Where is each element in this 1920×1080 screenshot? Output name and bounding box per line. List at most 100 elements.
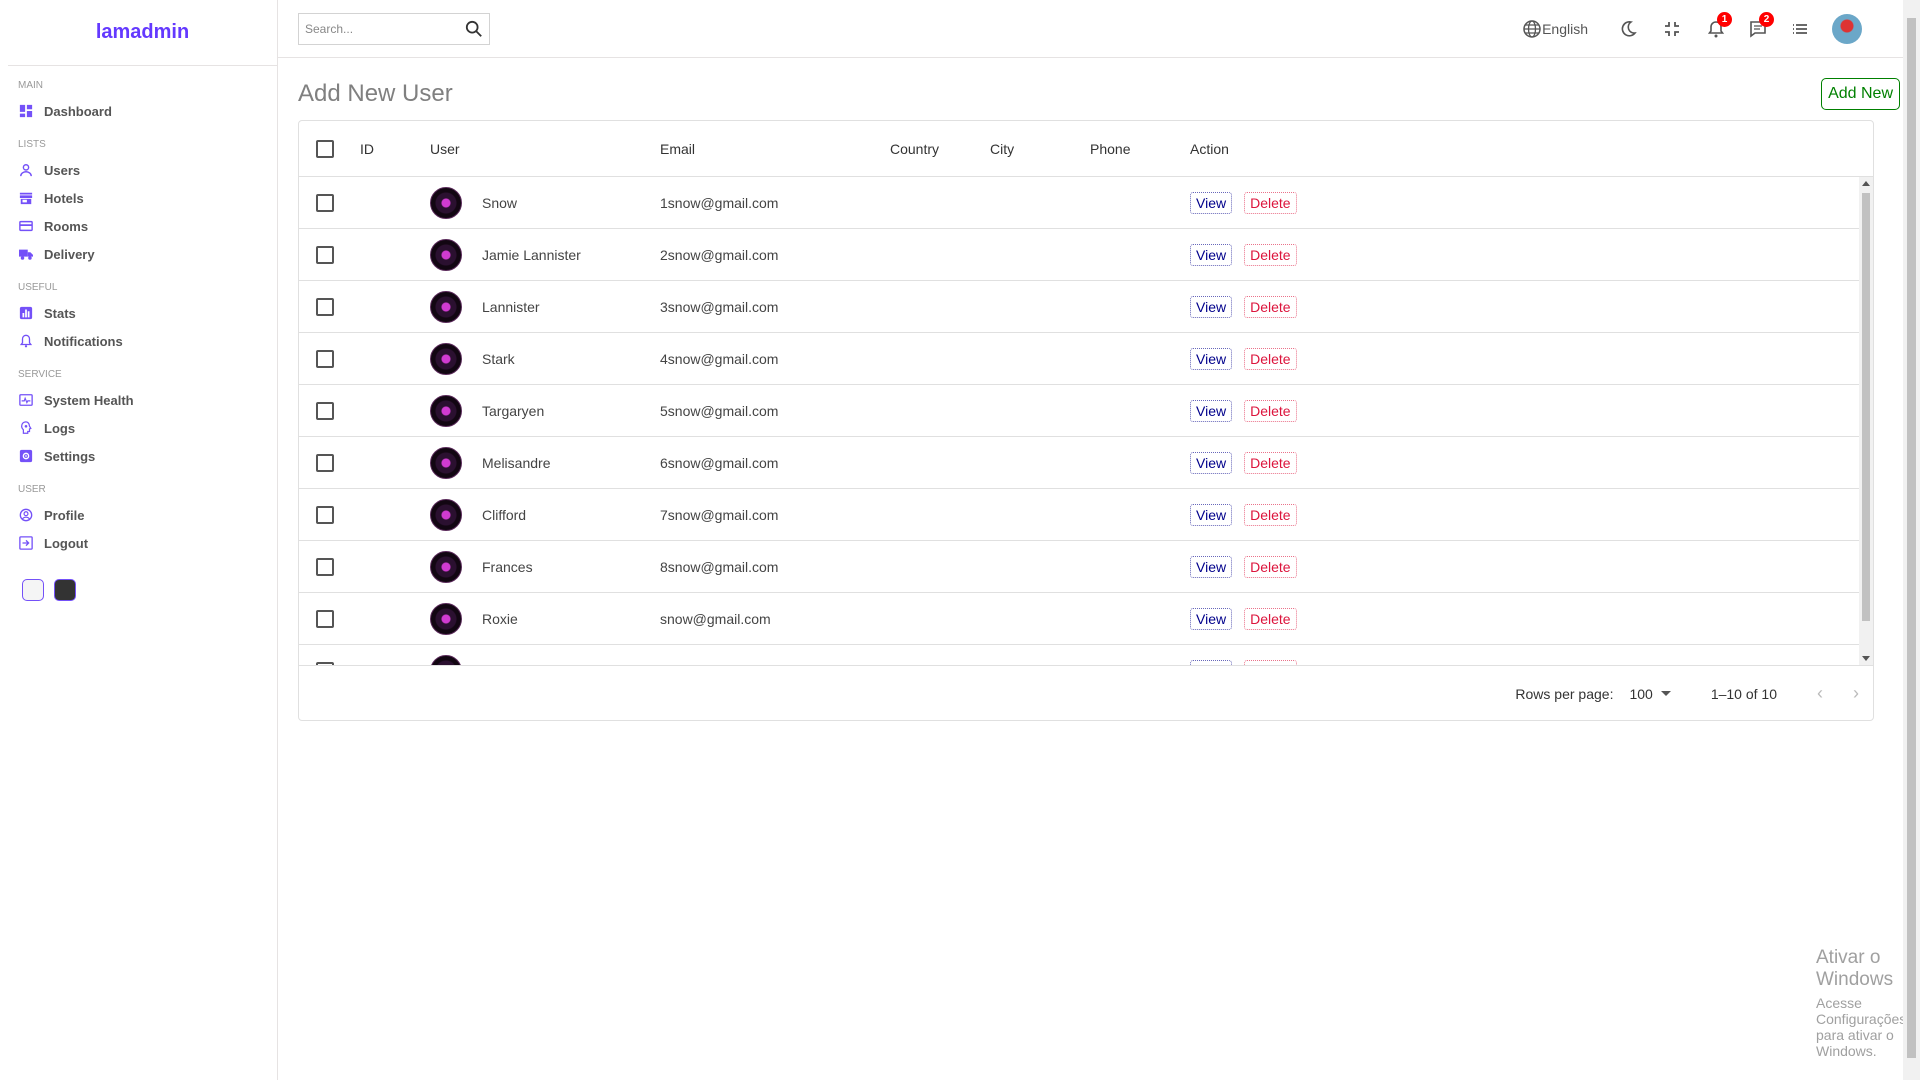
messages-button[interactable]: 2 [1748,11,1774,39]
view-button[interactable]: View [1190,555,1233,578]
row-checkbox[interactable] [316,401,334,420]
bell-icon [18,333,34,349]
delete-button[interactable]: Delete [1244,243,1297,266]
column-header-city[interactable]: City [990,141,1014,157]
delete-button[interactable]: Delete [1244,555,1297,578]
sidebar-item-label: Settings [44,448,96,464]
view-button[interactable]: View [1190,191,1233,214]
column-header-action[interactable]: Action [1190,141,1229,157]
column-header-id[interactable]: ID [360,141,374,157]
delete-button[interactable]: Delete [1244,503,1297,526]
sidebar-item-users[interactable]: Users [18,156,277,184]
user-name: Roxie [482,663,518,666]
scroll-down-arrow[interactable] [1862,656,1870,661]
table-row[interactable]: Frances 8snow@gmail.com View Delete [299,541,1873,593]
fullscreen-exit-button[interactable] [1662,19,1682,39]
dark-mode-toggle[interactable] [1618,19,1638,39]
notifications-button[interactable]: 1 [1706,11,1732,39]
view-button[interactable]: View [1190,503,1233,526]
sidebar-item-rooms[interactable]: Rooms [18,212,277,240]
search-input[interactable] [305,21,455,36]
scroll-thumb[interactable] [1862,193,1870,621]
delete-button[interactable]: Delete [1244,607,1297,630]
sidebar-item-notifications[interactable]: Notifications [18,327,277,355]
sidebar-item-delivery[interactable]: Delivery [18,240,277,268]
table-row[interactable]: Roxie snow@gmail.com View Delete [299,593,1873,645]
sidebar-item-label: Users [44,162,81,178]
delete-button[interactable]: Delete [1244,451,1297,474]
table-row[interactable]: Lannister 3snow@gmail.com View Delete [299,281,1873,333]
view-button[interactable]: View [1190,451,1233,474]
column-header-email[interactable]: Email [660,141,695,157]
row-checkbox[interactable] [316,505,334,524]
exit-icon [18,535,34,551]
column-header-country[interactable]: Country [890,141,939,157]
light-theme-swatch[interactable] [22,579,44,601]
dark-theme-swatch[interactable] [54,579,76,601]
delete-button[interactable]: Delete [1244,659,1297,665]
row-checkbox[interactable] [316,453,334,472]
logo[interactable]: lamadmin [8,0,277,66]
row-checkbox[interactable] [316,661,334,665]
sidebar-item-settings[interactable]: Settings [18,442,277,470]
row-checkbox[interactable] [316,349,334,368]
sidebar-item-stats[interactable]: Stats [18,299,277,327]
table-row[interactable]: Jamie Lannister 2snow@gmail.com View Delete [299,229,1873,281]
email-cell: 5snow@gmail.com [660,402,779,419]
sidebar-item-profile[interactable]: Profile [18,501,277,529]
grid-footer: Rows per page: 100 1–10 of 10 ‹ › [299,665,1873,721]
table-row[interactable]: Stark 4snow@gmail.com View Delete [299,333,1873,385]
sidebar-item-logs[interactable]: Logs [18,414,277,442]
previous-page-button[interactable]: ‹ [1817,683,1823,704]
delete-button[interactable]: Delete [1244,295,1297,318]
column-header-user[interactable]: User [430,141,460,157]
email-cell: snow@gmail.com [660,663,771,666]
grid-scrollbar[interactable] [1859,177,1873,665]
table-row[interactable]: Clifford 7snow@gmail.com View Delete [299,489,1873,541]
user-avatar-button[interactable] [1832,13,1862,44]
delete-button[interactable]: Delete [1244,399,1297,422]
rows-per-page-select[interactable]: 100 [1629,685,1671,702]
add-new-button[interactable]: Add New [1821,78,1900,110]
section-title-main: MAIN [18,80,43,91]
user-cell: Roxie [430,602,518,635]
table-row[interactable]: Snow 1snow@gmail.com View Delete [299,177,1873,229]
row-checkbox[interactable] [316,609,334,628]
table-row[interactable]: Targaryen 5snow@gmail.com View Delete [299,385,1873,437]
navbar-items: English 1 2 [1502,11,1862,44]
sidebar-item-system-health[interactable]: System Health [18,386,277,414]
view-button[interactable]: View [1190,659,1233,665]
list-menu-button[interactable] [1790,19,1810,39]
table-row[interactable]: Melisandre 6snow@gmail.com View Delete [299,437,1873,489]
view-button[interactable]: View [1190,295,1233,318]
view-button[interactable]: View [1190,399,1233,422]
store-icon [18,190,34,206]
window-scrollbar[interactable] [1903,0,1920,1080]
view-button[interactable]: View [1190,607,1233,630]
row-checkbox[interactable] [316,193,334,212]
grid-header: ID User Email Country City Phone Action [299,121,1873,177]
delete-button[interactable]: Delete [1244,347,1297,370]
logo-text[interactable]: lamadmin [96,21,189,44]
sidebar-item-hotels[interactable]: Hotels [18,184,277,212]
column-header-phone[interactable]: Phone [1090,141,1130,157]
scroll-up-arrow[interactable] [1862,181,1870,186]
next-page-button[interactable]: › [1853,683,1859,704]
delete-button[interactable]: Delete [1244,191,1297,214]
select-all-checkbox[interactable] [316,139,334,158]
table-row[interactable]: Roxie snow@gmail.com View Delete [299,645,1873,665]
user-name: Jamie Lannister [482,246,581,263]
view-button[interactable]: View [1190,243,1233,266]
sidebar-item-logout[interactable]: Logout [18,529,277,557]
rows-per-page-value: 100 [1629,685,1653,702]
language-selector[interactable]: English [1522,19,1588,39]
user-name: Targaryen [482,402,545,419]
row-checkbox[interactable] [316,297,334,316]
sidebar-item-dashboard[interactable]: Dashboard [18,97,277,125]
window-scroll-thumb[interactable] [1907,18,1916,1058]
row-checkbox[interactable] [316,245,334,264]
row-checkbox[interactable] [316,557,334,576]
section-title-useful: USEFUL [18,282,58,293]
search-icon[interactable] [465,20,483,38]
view-button[interactable]: View [1190,347,1233,370]
